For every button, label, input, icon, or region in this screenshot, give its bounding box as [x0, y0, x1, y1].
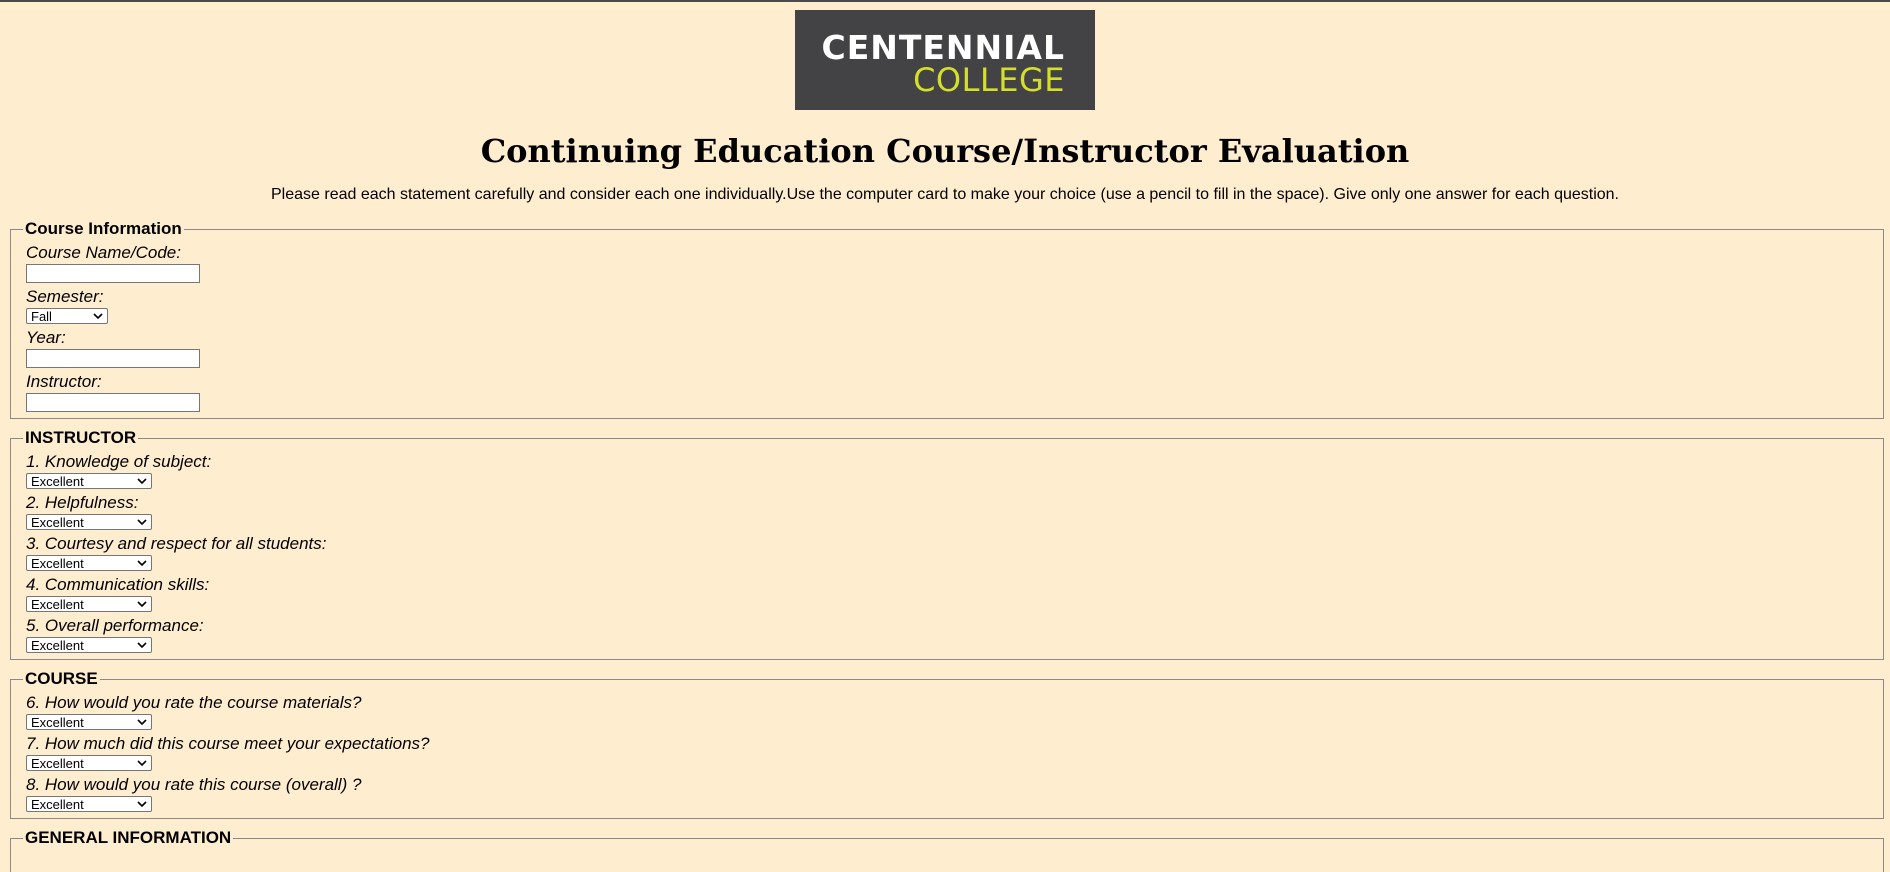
year-label: Year:: [26, 328, 66, 347]
rating-selected-value: Excellent: [31, 638, 84, 653]
course-name-label: Course Name/Code:: [26, 243, 181, 262]
general-information-legend: GENERAL INFORMATION: [25, 828, 232, 847]
semester-label: Semester:: [26, 287, 104, 306]
knowledge-rating-select[interactable]: Excellent: [26, 473, 152, 489]
overall-performance-rating-select[interactable]: Excellent: [26, 637, 152, 653]
course-name-input[interactable]: [26, 264, 200, 283]
rating-selected-value: Excellent: [31, 715, 84, 730]
centennial-college-logo: CENTENNIAL COLLEGE: [795, 10, 1095, 110]
instructor-name-input[interactable]: [26, 393, 200, 412]
year-input[interactable]: [26, 349, 200, 368]
instructor-name-label: Instructor:: [26, 372, 102, 391]
chevron-down-icon: [137, 642, 147, 649]
chevron-down-icon: [137, 801, 147, 808]
course-fieldset: COURSE 6. How would you rate the course …: [10, 669, 1884, 819]
question-label: 3. Courtesy and respect for all students…: [26, 534, 327, 553]
courtesy-rating-select[interactable]: Excellent: [26, 555, 152, 571]
helpfulness-rating-select[interactable]: Excellent: [26, 514, 152, 530]
question-label: 4. Communication skills:: [26, 575, 210, 594]
question-label: 7. How much did this course meet your ex…: [26, 734, 430, 753]
course-information-fieldset: Course Information Course Name/Code: Sem…: [10, 219, 1884, 419]
rating-selected-value: Excellent: [31, 797, 84, 812]
communication-rating-select[interactable]: Excellent: [26, 596, 152, 612]
instructor-legend: INSTRUCTOR: [25, 428, 137, 447]
question-label: 8. How would you rate this course (overa…: [26, 775, 362, 794]
rating-selected-value: Excellent: [31, 756, 84, 771]
intro-text: Please read each statement carefully and…: [271, 186, 1619, 203]
rating-selected-value: Excellent: [31, 556, 84, 571]
rating-selected-value: Excellent: [31, 474, 84, 489]
chevron-down-icon: [93, 313, 103, 320]
chevron-down-icon: [137, 601, 147, 608]
chevron-down-icon: [137, 760, 147, 767]
question-label: 6. How would you rate the course materia…: [26, 693, 362, 712]
semester-select[interactable]: Fall: [26, 308, 108, 324]
expectations-rating-select[interactable]: Excellent: [26, 755, 152, 771]
chevron-down-icon: [137, 560, 147, 567]
course-materials-rating-select[interactable]: Excellent: [26, 714, 152, 730]
question-label: 1. Knowledge of subject:: [26, 452, 212, 471]
rating-selected-value: Excellent: [31, 597, 84, 612]
course-information-legend: Course Information: [25, 219, 182, 238]
chevron-down-icon: [137, 719, 147, 726]
logo-line2: COLLEGE: [913, 61, 1065, 99]
instructor-fieldset: INSTRUCTOR 1. Knowledge of subject: Exce…: [10, 428, 1884, 660]
semester-selected-value: Fall: [31, 309, 52, 324]
course-overall-rating-select[interactable]: Excellent: [26, 796, 152, 812]
general-information-fieldset: GENERAL INFORMATION: [10, 828, 1884, 872]
question-label: 2. Helpfulness:: [26, 493, 139, 512]
question-label: 5. Overall performance:: [26, 616, 204, 635]
chevron-down-icon: [137, 478, 147, 485]
chevron-down-icon: [137, 519, 147, 526]
page-title: Continuing Education Course/Instructor E…: [480, 132, 1410, 170]
course-legend: COURSE: [25, 669, 98, 688]
rating-selected-value: Excellent: [31, 515, 84, 530]
